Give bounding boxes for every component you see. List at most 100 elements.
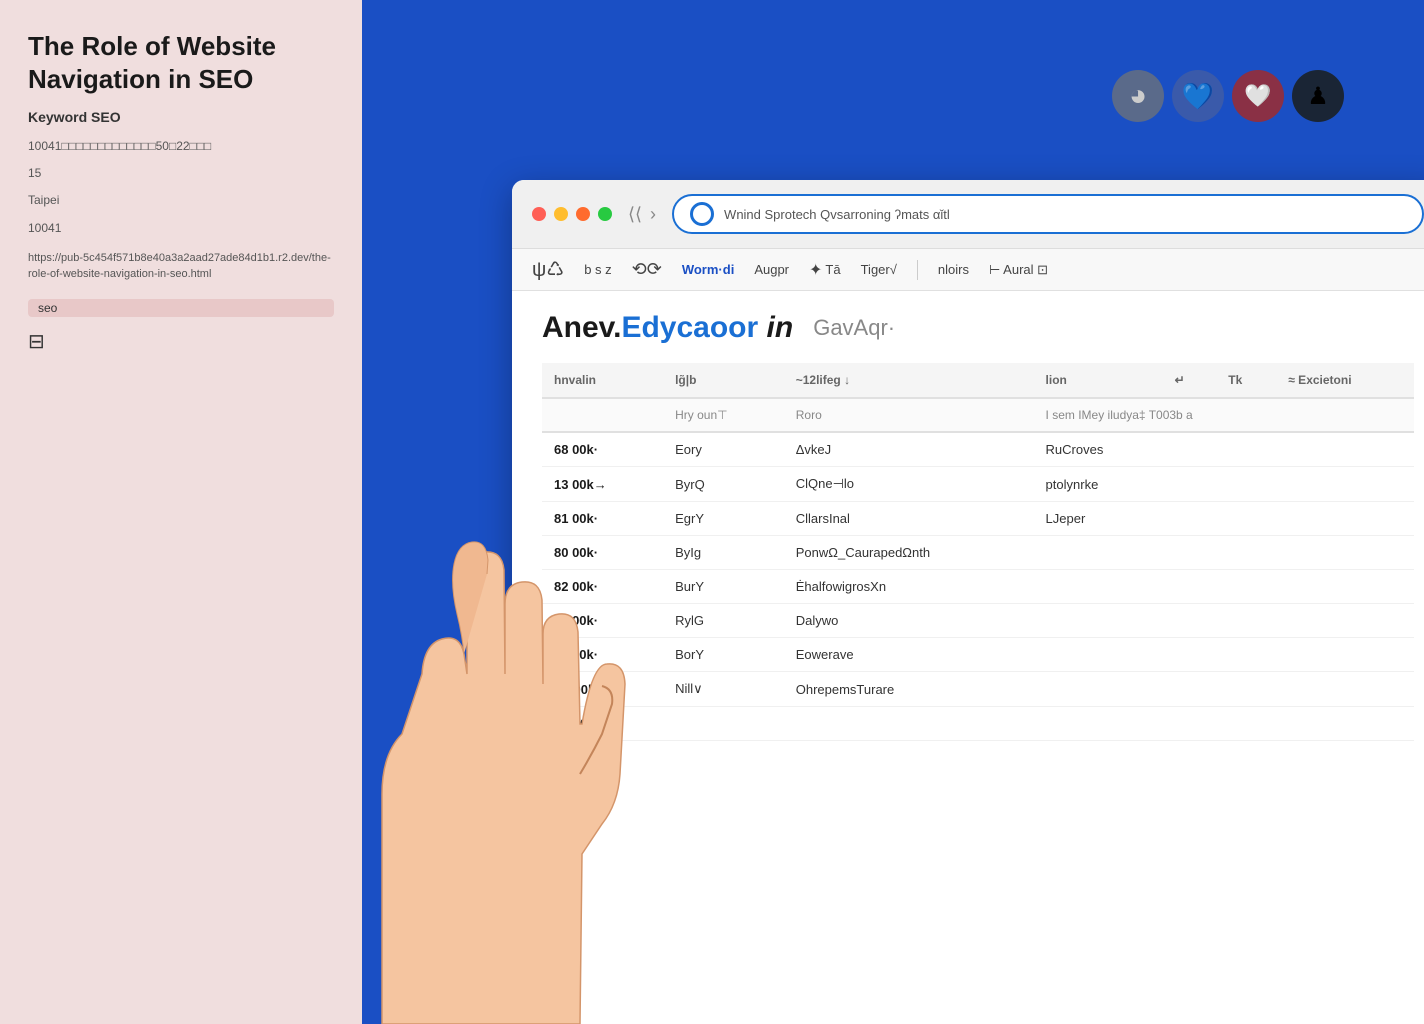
cell-empty2 bbox=[1216, 467, 1276, 502]
table-row: 68 00k· Eory ΔvkeJ RuCroves bbox=[542, 432, 1414, 467]
sidebar-meta-4: 10041 bbox=[28, 219, 334, 238]
cell-empty3 bbox=[1276, 502, 1414, 536]
cell-empty1 bbox=[1163, 570, 1217, 604]
cell-empty3 bbox=[1276, 604, 1414, 638]
cell-empty1 bbox=[1163, 672, 1217, 707]
toolbar-separator bbox=[917, 260, 918, 280]
cell-col2: Dalywo bbox=[784, 604, 1034, 638]
th-enter[interactable]: ↵ bbox=[1163, 363, 1217, 398]
subh-4: I sem IMey iludya‡ T003b a bbox=[1034, 398, 1414, 432]
th-tk[interactable]: Tk bbox=[1216, 363, 1276, 398]
sidebar-meta-3: Taipei bbox=[28, 191, 334, 210]
cell-empty1 bbox=[1163, 502, 1217, 536]
sidebar-tag[interactable]: seo bbox=[28, 299, 334, 317]
toolbar-label-aural: ⊢ Aural ⊡ bbox=[989, 262, 1048, 278]
hand-overlay bbox=[362, 374, 672, 1024]
table-row: S0 00k· Nill∨ OhrepemsTurare bbox=[542, 672, 1414, 707]
th-lion[interactable]: lion bbox=[1034, 363, 1163, 398]
cell-col3 bbox=[1034, 536, 1163, 570]
top-icon-4[interactable]: ♟ bbox=[1292, 70, 1344, 122]
cell-col3: RuCroves bbox=[1034, 432, 1163, 467]
cell-empty1 bbox=[1163, 467, 1217, 502]
toolbar-item-worm[interactable]: Worm·di bbox=[682, 262, 734, 277]
browser-toolbar: ψ♺ b s z ⟲⟳ Worm·di Augpr ✦ Tā Tiger√ n bbox=[512, 249, 1424, 291]
cell-empty1 bbox=[1163, 536, 1217, 570]
cell-col2: Eowerave bbox=[784, 638, 1034, 672]
table-row: 80 00k· ByIg PonwΩ_CaurapedΩnth bbox=[542, 536, 1414, 570]
top-icon-1[interactable]: ◕ bbox=[1112, 70, 1164, 122]
table-header-row: hnvalin lg̃|b ~12lifeg ↓ lion ↵ bbox=[542, 363, 1414, 398]
cell-empty3 bbox=[1276, 432, 1414, 467]
page-header: Anev.Edycaoor in GavAqr· bbox=[542, 311, 1414, 345]
address-bar[interactable]: Wnind Sprotech Qvsarroning ʔmats αǐtl bbox=[672, 194, 1424, 234]
table-row: 81 00k· EgrY CllarsInal LJeper bbox=[542, 502, 1414, 536]
cell-col1: ByrQ bbox=[663, 467, 784, 502]
toolbar-item-nloirs[interactable]: nloirs bbox=[938, 262, 969, 277]
cell-empty1 bbox=[1163, 432, 1217, 467]
top-icon-2[interactable]: 💙 bbox=[1172, 70, 1224, 122]
toolbar-item-augpr[interactable]: Augpr bbox=[754, 262, 789, 277]
cell-col1: EgrY bbox=[663, 502, 784, 536]
sidebar-tag-icon: ⊟ bbox=[28, 329, 334, 354]
cell-empty3 bbox=[1276, 536, 1414, 570]
toolbar-item-2[interactable]: b s z bbox=[584, 262, 611, 277]
sidebar-title: The Role of Website Navigation in SEO bbox=[28, 30, 334, 95]
cell-empty1 bbox=[1163, 604, 1217, 638]
th-filter-col[interactable]: ~12lifeg ↓ bbox=[784, 363, 1034, 398]
sidebar-subtitle: Keyword SEO bbox=[28, 109, 334, 125]
browser-chrome: ⟨⟨ › Wnind Sprotech Qvsarroning ʔmats αǐ… bbox=[512, 180, 1424, 249]
th-excietoni[interactable]: ≈ Excietoni bbox=[1276, 363, 1414, 398]
tl-orange[interactable] bbox=[576, 207, 590, 221]
table-row: 82 00k· BurY ĖhalfowigrosXn bbox=[542, 570, 1414, 604]
toolbar-label-2: b s z bbox=[584, 262, 611, 277]
toolbar-label-1: ψ♺ bbox=[532, 257, 564, 282]
toolbar-label-nloirs: nloirs bbox=[938, 262, 969, 277]
toolbar-label-3: ⟲⟳ bbox=[632, 259, 662, 280]
cell-col1: BurY bbox=[663, 570, 784, 604]
address-text: Wnind Sprotech Qvsarroning ʔmats αǐtl bbox=[724, 207, 1406, 222]
toolbar-label-augpr: Augpr bbox=[754, 262, 789, 277]
top-icons-row: ◕ 💙 🤍 ♟ bbox=[1112, 70, 1344, 122]
toolbar-item-tiger[interactable]: Tiger√ bbox=[861, 262, 897, 277]
toolbar-item-aural[interactable]: ⊢ Aural ⊡ bbox=[989, 262, 1048, 278]
cell-empty2 bbox=[1216, 604, 1276, 638]
cell-col3 bbox=[1034, 570, 1163, 604]
th-lgb[interactable]: lg̃|b bbox=[663, 363, 784, 398]
table-row: 13 00k→ ByrQ ClQne⊣lo ptolynrke bbox=[542, 467, 1414, 502]
cell-empty2 bbox=[1216, 672, 1276, 707]
table-row: 17 00k· RylG Dalywo bbox=[542, 604, 1414, 638]
page-title-part3: in bbox=[767, 311, 794, 344]
sidebar: The Role of Website Navigation in SEO Ke… bbox=[0, 0, 362, 1024]
cell-col3: LJeper bbox=[1034, 502, 1163, 536]
top-icon-3[interactable]: 🤍 bbox=[1232, 70, 1284, 122]
address-circle-icon bbox=[690, 202, 714, 226]
toolbar-item-ta[interactable]: ✦ Tā bbox=[809, 260, 841, 280]
cell-col1: Nill∨ bbox=[663, 672, 784, 707]
cell-col1: Eory bbox=[663, 432, 784, 467]
cell-col3 bbox=[1034, 672, 1163, 707]
subh-3: Roro bbox=[784, 398, 1034, 432]
nav-forward-icon[interactable]: › bbox=[650, 204, 656, 225]
cell-empty3 bbox=[1276, 707, 1414, 741]
toolbar-item-1[interactable]: ψ♺ bbox=[532, 257, 564, 282]
cell-col1: BorY bbox=[663, 638, 784, 672]
nav-controls: ⟨⟨ › bbox=[628, 204, 656, 225]
cell-empty2 bbox=[1216, 570, 1276, 604]
tl-green[interactable] bbox=[598, 207, 612, 221]
data-table: hnvalin lg̃|b ~12lifeg ↓ lion ↵ bbox=[542, 363, 1414, 741]
cell-col3 bbox=[1034, 707, 1163, 741]
cell-col3 bbox=[1034, 638, 1163, 672]
page-title-part2: Edycaoor bbox=[621, 311, 758, 344]
cell-empty3 bbox=[1276, 638, 1414, 672]
nav-back-icon[interactable]: ⟨⟨ bbox=[628, 204, 642, 225]
tl-yellow[interactable] bbox=[554, 207, 568, 221]
cell-col1 bbox=[663, 707, 784, 741]
tl-red[interactable] bbox=[532, 207, 546, 221]
cell-col3 bbox=[1034, 604, 1163, 638]
cell-empty2 bbox=[1216, 502, 1276, 536]
cell-col2: OhrepemsTurare bbox=[784, 672, 1034, 707]
cell-col2: PonwΩ_CaurapedΩnth bbox=[784, 536, 1034, 570]
sidebar-url[interactable]: https://pub-5c454f571b8e40a3a2aad27ade84… bbox=[28, 250, 334, 283]
cell-col2: CllarsInal bbox=[784, 502, 1034, 536]
toolbar-item-3[interactable]: ⟲⟳ bbox=[632, 259, 662, 280]
